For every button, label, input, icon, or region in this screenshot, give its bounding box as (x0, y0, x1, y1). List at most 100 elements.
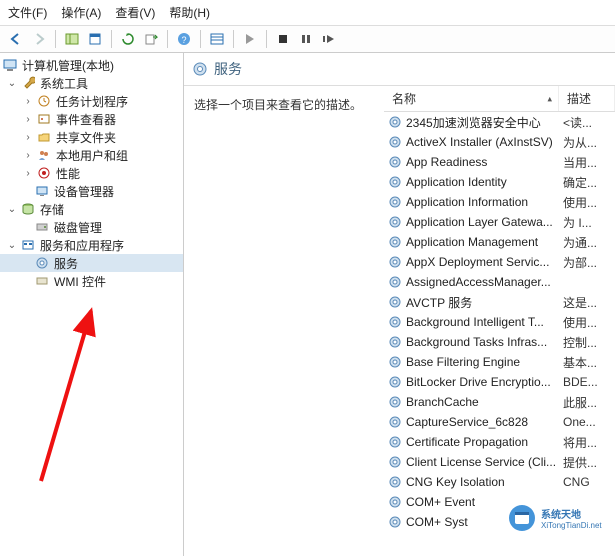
detail-header: 服务 (184, 53, 615, 85)
properties-button[interactable] (85, 29, 105, 49)
service-row[interactable]: Application Identity确定... (384, 172, 615, 192)
tree-services-apps[interactable]: ⌄ 服务和应用程序 (0, 236, 183, 254)
chevron-right-icon[interactable]: › (22, 95, 34, 107)
tree-wmi-control[interactable]: WMI 控件 (0, 272, 183, 290)
menu-help[interactable]: 帮助(H) (169, 4, 210, 21)
list-header[interactable]: 名称 ▴ 描述 (384, 86, 615, 112)
service-row[interactable]: AVCTP 服务这是... (384, 292, 615, 312)
show-hide-button[interactable] (62, 29, 82, 49)
tree-device-manager[interactable]: 设备管理器 (0, 182, 183, 200)
service-row[interactable]: COM+ Syst (384, 512, 615, 532)
service-name: Application Layer Gatewa... (406, 215, 553, 229)
menu-view[interactable]: 查看(V) (115, 4, 155, 21)
tree-event-viewer[interactable]: › 事件查看器 (0, 110, 183, 128)
chevron-right-icon[interactable]: › (22, 131, 34, 143)
service-name: Certificate Propagation (406, 435, 528, 449)
forward-button[interactable] (29, 29, 49, 49)
service-row[interactable]: Background Tasks Infras...控制... (384, 332, 615, 352)
help-button[interactable]: ? (174, 29, 194, 49)
service-row[interactable]: ActiveX Installer (AxInstSV) 为从... (384, 132, 615, 152)
service-row[interactable]: AssignedAccessManager... (384, 272, 615, 292)
gear-icon (388, 375, 402, 389)
col-name[interactable]: 名称 ▴ (384, 86, 559, 111)
tree-label: 设备管理器 (52, 183, 114, 200)
service-row[interactable]: Certificate Propagation将用... (384, 432, 615, 452)
back-button[interactable] (6, 29, 26, 49)
service-row[interactable]: Client License Service (Cli...提供... (384, 452, 615, 472)
service-name: AVCTP 服务 (406, 294, 472, 311)
device-icon (34, 183, 50, 199)
tree-storage[interactable]: ⌄ 存储 (0, 200, 183, 218)
service-row[interactable]: BitLocker Drive Encryptio...BDE... (384, 372, 615, 392)
event-icon (36, 111, 52, 127)
clock-icon (36, 93, 52, 109)
chevron-right-icon[interactable]: › (22, 113, 34, 125)
tree-task-scheduler[interactable]: › 任务计划程序 (0, 92, 183, 110)
stop-button[interactable] (273, 29, 293, 49)
service-name: Application Information (406, 195, 528, 209)
service-desc: 基本... (559, 354, 597, 371)
service-name: AppX Deployment Servic... (406, 255, 549, 269)
services-list[interactable]: 名称 ▴ 描述 2345加速浏览器安全中心<读...ActiveX Instal… (384, 86, 615, 556)
service-name: COM+ Event (406, 495, 475, 509)
service-row[interactable]: CNG Key IsolationCNG (384, 472, 615, 492)
service-row[interactable]: BranchCache此服... (384, 392, 615, 412)
refresh-button[interactable] (118, 29, 138, 49)
pause-button[interactable] (296, 29, 316, 49)
col-desc[interactable]: 描述 (559, 86, 615, 111)
tree-label: 存储 (38, 201, 64, 218)
service-name: Base Filtering Engine (406, 355, 520, 369)
chevron-right-icon[interactable]: › (22, 167, 34, 179)
service-desc: 使用... (559, 194, 597, 211)
tree-local-users[interactable]: › 本地用户和组 (0, 146, 183, 164)
gear-icon (388, 415, 402, 429)
service-desc: 使用... (559, 314, 597, 331)
service-row[interactable]: Base Filtering Engine 基本... (384, 352, 615, 372)
service-row[interactable]: COM+ Event (384, 492, 615, 512)
col-desc-label: 描述 (567, 92, 591, 106)
list-view-button[interactable] (207, 29, 227, 49)
service-row[interactable]: App Readiness当用... (384, 152, 615, 172)
users-icon (36, 147, 52, 163)
chevron-down-icon[interactable]: ⌄ (6, 239, 18, 251)
tree-performance[interactable]: › 性能 (0, 164, 183, 182)
tree-label: 任务计划程序 (54, 93, 128, 110)
chevron-right-icon[interactable]: › (22, 149, 34, 161)
service-name: ActiveX Installer (AxInstSV) (406, 135, 553, 149)
service-name: Background Tasks Infras... (406, 335, 547, 349)
navigation-tree[interactable]: 计算机管理(本地) ⌄ 系统工具 › 任务计划程序 › 事件查看器 › 共享文件… (0, 53, 184, 556)
chevron-down-icon[interactable]: ⌄ (6, 77, 18, 89)
service-row[interactable]: Background Intelligent T... 使用... (384, 312, 615, 332)
chevron-down-icon[interactable]: ⌄ (6, 203, 18, 215)
export-button[interactable] (141, 29, 161, 49)
storage-icon (20, 201, 36, 217)
sort-asc-icon: ▴ (547, 93, 552, 104)
service-row[interactable]: Application Information 使用... (384, 192, 615, 212)
service-row[interactable]: Application Layer Gatewa...为 I... (384, 212, 615, 232)
menu-action[interactable]: 操作(A) (61, 4, 101, 21)
service-desc: 为从... (559, 134, 597, 151)
gear-icon (388, 315, 402, 329)
restart-button[interactable] (319, 29, 339, 49)
gear-icon (388, 475, 402, 489)
tree-shared-folders[interactable]: › 共享文件夹 (0, 128, 183, 146)
gear-icon (388, 395, 402, 409)
service-row[interactable]: AppX Deployment Servic...为部... (384, 252, 615, 272)
description-prompt: 选择一个项目来查看它的描述。 (194, 98, 362, 112)
service-row[interactable]: 2345加速浏览器安全中心<读... (384, 112, 615, 132)
service-name: CaptureService_6c828 (406, 415, 528, 429)
tree-services[interactable]: 服务 (0, 254, 183, 272)
gear-icon (388, 275, 402, 289)
service-row[interactable]: CaptureService_6c828One... (384, 412, 615, 432)
gear-icon (388, 195, 402, 209)
service-desc: <读... (559, 114, 592, 131)
play-button[interactable] (240, 29, 260, 49)
menu-file[interactable]: 文件(F) (8, 4, 47, 21)
service-row[interactable]: Application Management为通... (384, 232, 615, 252)
tree-root[interactable]: 计算机管理(本地) (0, 56, 183, 74)
tree-disk-mgmt[interactable]: 磁盘管理 (0, 218, 183, 236)
gear-icon (34, 255, 50, 271)
gear-icon (388, 455, 402, 469)
service-name: Background Intelligent T... (406, 315, 544, 329)
tree-system-tools[interactable]: ⌄ 系统工具 (0, 74, 183, 92)
